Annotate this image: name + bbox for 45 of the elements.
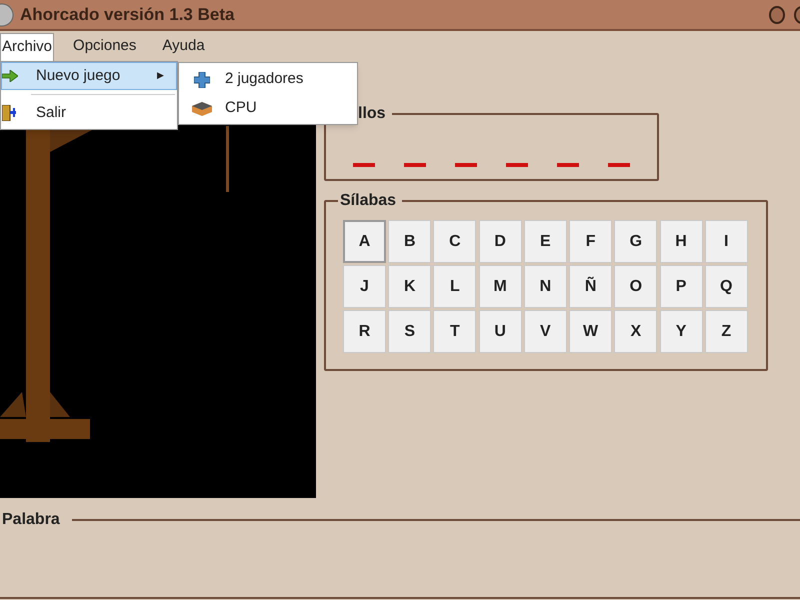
menu-item[interactable]: Archivo [0, 32, 54, 60]
letter-key[interactable]: H [660, 220, 703, 263]
letter-key[interactable]: L [433, 265, 476, 308]
letter-key[interactable]: P [660, 265, 703, 308]
window-control-icon[interactable] [794, 6, 800, 24]
letter-key[interactable]: I [704, 220, 748, 263]
letter-key[interactable]: A [343, 220, 386, 263]
letter-key[interactable]: D [478, 220, 522, 263]
letter-key[interactable]: T [433, 310, 476, 353]
letter-key[interactable]: E [524, 220, 567, 263]
letter-key[interactable]: X [614, 310, 658, 353]
letter-key[interactable]: F [569, 220, 612, 263]
letter-key[interactable]: U [478, 310, 522, 353]
letter-key[interactable]: C [433, 220, 476, 263]
letter-key[interactable]: J [343, 265, 386, 308]
plus-icon [194, 72, 210, 88]
group-title: Palabra [2, 510, 60, 530]
letter-key[interactable]: Q [704, 265, 748, 308]
letter-key[interactable]: G [614, 220, 658, 263]
letter-key[interactable]: Y [660, 310, 703, 353]
window-control-icon[interactable] [769, 6, 785, 24]
letter-key[interactable]: B [388, 220, 432, 263]
letter-key[interactable]: R [343, 310, 386, 353]
arrow-icon [2, 70, 18, 82]
letter-key[interactable]: K [388, 265, 432, 308]
letter-key[interactable]: S [388, 310, 432, 353]
letter-key[interactable]: V [524, 310, 567, 353]
rope-drawing [226, 126, 229, 192]
submenu-arrow: ▶ [157, 69, 164, 82]
door-icon [2, 105, 16, 121]
menu-option[interactable]: Nuevo juego ▶ [1, 62, 177, 90]
letter-key[interactable]: O [614, 265, 658, 308]
letter-key[interactable]: Ñ [569, 265, 612, 308]
letter-key[interactable]: Z [704, 310, 748, 353]
app-icon [0, 2, 14, 26]
menu-option[interactable]: 2 jugadores [179, 65, 357, 94]
chip-icon [192, 102, 212, 116]
window-title: Ahorcado versión 1.3 Beta [20, 4, 234, 26]
letter-key[interactable]: N [524, 265, 567, 308]
menu-option[interactable]: CPU [179, 94, 357, 123]
menu-option[interactable]: Salir [1, 99, 177, 127]
menu-item[interactable]: Opciones [66, 32, 144, 60]
menu-item[interactable]: Ayuda [155, 32, 212, 60]
letter-key[interactable]: M [478, 265, 522, 308]
letter-key[interactable]: W [569, 310, 612, 353]
